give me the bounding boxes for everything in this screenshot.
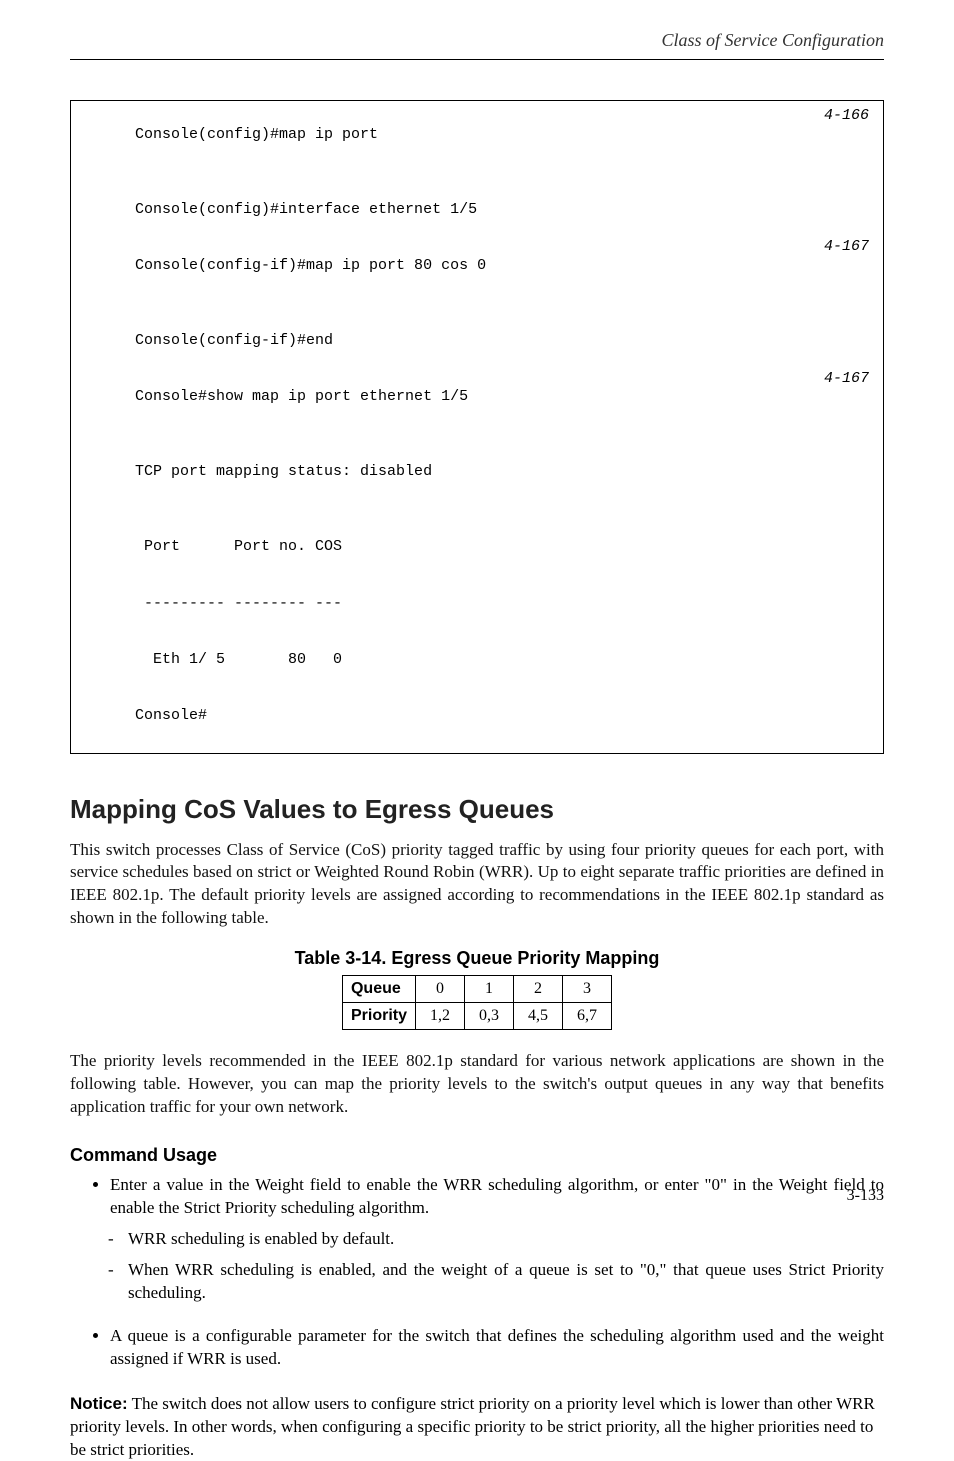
page: Class of Service Configuration Console(c… — [0, 0, 954, 1235]
after-table-paragraph: The priority levels recommended in the I… — [70, 1050, 884, 1119]
command-usage-heading: Command Usage — [70, 1145, 884, 1166]
section-paragraph: This switch processes Class of Service (… — [70, 839, 884, 931]
table-cell: 0,3 — [465, 1003, 514, 1030]
dash-icon: - — [118, 1259, 128, 1282]
running-title: Class of Service Configuration — [662, 30, 885, 51]
console-text: TCP port mapping status: disabled — [135, 463, 432, 480]
sub-item: -When WRR scheduling is enabled, and the… — [128, 1259, 884, 1305]
console-line: Console(config-if)#map ip port 80 cos 0 … — [81, 238, 873, 313]
list-item: Enter a value in the Weight field to ena… — [110, 1174, 884, 1305]
table-cell: 6,7 — [563, 1003, 612, 1030]
table-cell: 4,5 — [514, 1003, 563, 1030]
console-line: Console(config)#interface ethernet 1/5 — [81, 182, 873, 238]
console-line — [81, 501, 873, 520]
table-cell: 2 — [514, 976, 563, 1003]
notice-text: The switch does not allow users to confi… — [70, 1394, 875, 1459]
console-text: Console#show map ip port ethernet 1/5 — [135, 388, 468, 405]
table-row: Priority 1,2 0,3 4,5 6,7 — [342, 1003, 611, 1030]
console-line: TCP port mapping status: disabled — [81, 445, 873, 501]
console-line: Console(config)#map ip port 4-166 — [81, 107, 873, 182]
console-line: Port Port no. COS — [81, 520, 873, 576]
sub-item: -WRR scheduling is enabled by default. — [128, 1228, 884, 1251]
page-ref: 4-166 — [824, 107, 869, 126]
egress-queue-table: Queue 0 1 2 3 Priority 1,2 0,3 4,5 6,7 — [342, 975, 612, 1030]
console-line: Eth 1/ 5 80 0 — [81, 632, 873, 688]
list-item: A queue is a configurable parameter for … — [110, 1325, 884, 1371]
table-cell: 0 — [416, 976, 465, 1003]
section-mapping-cos: Mapping CoS Values to Egress Queues This… — [70, 794, 884, 1461]
console-text: --------- -------- --- — [135, 595, 342, 612]
dash-icon: - — [118, 1228, 128, 1251]
notice-block: Notice: The switch does not allow users … — [70, 1393, 884, 1461]
console-text: Console# — [135, 707, 207, 724]
table-row: Queue 0 1 2 3 — [342, 976, 611, 1003]
notice-label: Notice: — [70, 1394, 128, 1413]
section-heading: Mapping CoS Values to Egress Queues — [70, 794, 884, 825]
console-text: Port Port no. COS — [135, 538, 342, 555]
table-caption: Table 3-14. Egress Queue Priority Mappin… — [70, 948, 884, 969]
sub-text: When WRR scheduling is enabled, and the … — [128, 1260, 884, 1302]
page-number: 3-133 — [847, 1187, 884, 1205]
command-usage-list: Enter a value in the Weight field to ena… — [110, 1174, 884, 1371]
console-text: Eth 1/ 5 80 0 — [135, 651, 342, 668]
console-line: --------- -------- --- — [81, 576, 873, 632]
table-cell: 3 — [563, 976, 612, 1003]
console-output: Console(config)#map ip port 4-166 Consol… — [70, 100, 884, 754]
bullet-text: A queue is a configurable parameter for … — [110, 1326, 884, 1368]
console-text: Console(config-if)#map ip port 80 cos 0 — [135, 257, 486, 274]
table-row-label: Queue — [342, 976, 415, 1003]
sub-text: WRR scheduling is enabled by default. — [128, 1229, 394, 1248]
console-text: Console(config)#map ip port — [135, 126, 378, 143]
table-row-label: Priority — [342, 1003, 415, 1030]
page-ref: 4-167 — [824, 370, 869, 389]
console-line: Console#show map ip port ethernet 1/5 4-… — [81, 370, 873, 445]
bullet-text: Enter a value in the Weight field to ena… — [110, 1175, 884, 1217]
page-ref: 4-167 — [824, 238, 869, 257]
console-line: Console(config-if)#end — [81, 313, 873, 369]
console-text: Console(config)#interface ethernet 1/5 — [135, 201, 477, 218]
console-line: Console# — [81, 688, 873, 744]
table-cell: 1,2 — [416, 1003, 465, 1030]
table-cell: 1 — [465, 976, 514, 1003]
console-text: Console(config-if)#end — [135, 332, 333, 349]
